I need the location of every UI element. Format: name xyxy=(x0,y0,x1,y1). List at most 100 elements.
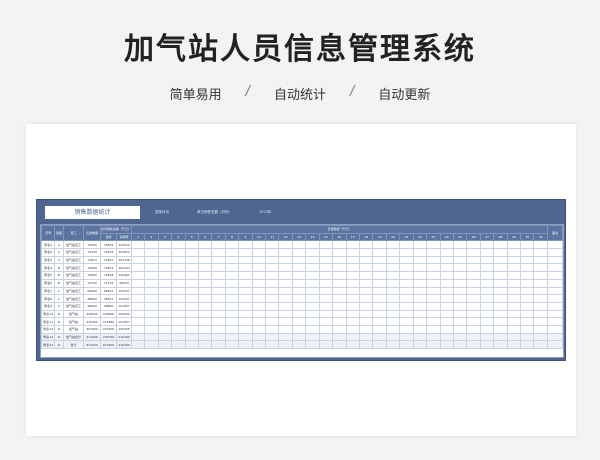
cell-remark xyxy=(547,309,563,319)
feature-list: 简单易用 / 自动统计 / 自动更新 xyxy=(0,84,600,103)
table-row: 附表8 C 加气站员工 48900 48537 102567 xyxy=(41,294,563,303)
cell-day xyxy=(520,255,535,265)
cell-day xyxy=(171,271,186,280)
cell-group: B xyxy=(54,278,64,288)
cell-name: 加气站员工 xyxy=(62,240,85,250)
cell-day xyxy=(238,248,253,257)
cell-day xyxy=(358,255,374,265)
cell-group: D xyxy=(54,324,64,334)
cell-day xyxy=(466,286,481,296)
cell-day xyxy=(238,240,253,250)
cell-day xyxy=(291,294,307,303)
cell-day xyxy=(439,286,454,296)
cell-day xyxy=(385,340,401,349)
cell-day xyxy=(399,317,414,326)
cell-day xyxy=(439,271,454,280)
cell-day xyxy=(291,263,307,273)
cell-day xyxy=(452,263,468,273)
cell-day xyxy=(144,248,159,257)
cell-rate: 102455 xyxy=(116,324,132,334)
table-row: 附表7 C 加气站员工 69800 68497 102457 xyxy=(41,286,563,296)
cell-target: 48900 xyxy=(83,294,101,303)
cell-day xyxy=(372,309,387,319)
header-monthly-sales: 当月销售总额（千元） xyxy=(99,225,132,234)
cell-day xyxy=(479,340,495,349)
cell-day xyxy=(426,240,441,250)
cell-day xyxy=(291,240,307,250)
cell-day xyxy=(305,301,320,311)
cell-day xyxy=(466,271,481,280)
cell-day xyxy=(466,332,481,342)
header-day: 2 xyxy=(144,232,159,242)
cell-day xyxy=(466,301,481,311)
cell-day xyxy=(171,248,186,257)
cell-day xyxy=(278,278,293,288)
cell-day xyxy=(171,340,186,349)
cell-target: 72600 xyxy=(83,263,101,273)
header-day: 27 xyxy=(479,232,495,242)
cell-day xyxy=(157,324,173,334)
cell-day xyxy=(412,248,428,257)
cell-day xyxy=(479,332,495,342)
cell-day xyxy=(399,255,414,265)
cell-day xyxy=(506,248,522,257)
cell-no: 附表6 xyxy=(41,278,56,288)
cell-day xyxy=(466,240,481,250)
cell-day xyxy=(211,255,226,265)
cell-day xyxy=(452,309,468,319)
cell-day xyxy=(144,309,159,319)
cell-day xyxy=(452,286,468,296)
header-day: 17 xyxy=(345,232,361,242)
cell-day xyxy=(278,317,293,326)
cell-day xyxy=(332,324,347,334)
cell-day xyxy=(358,271,374,280)
cell-day xyxy=(345,255,361,265)
cell-day xyxy=(452,324,468,334)
cell-day xyxy=(358,294,374,303)
cell-day xyxy=(130,309,146,319)
cell-day xyxy=(238,255,253,265)
cell-day xyxy=(358,309,374,319)
cell-day xyxy=(399,301,414,311)
cell-day xyxy=(332,294,347,303)
cell-day xyxy=(399,309,414,319)
cell-day xyxy=(211,278,226,288)
cell-day xyxy=(305,240,320,250)
cell-day xyxy=(372,324,387,334)
cell-day xyxy=(439,301,454,311)
cell-day xyxy=(506,332,522,342)
cell-day xyxy=(184,340,199,349)
cell-day xyxy=(358,317,374,326)
cell-day xyxy=(184,263,199,273)
cell-day xyxy=(372,340,387,349)
cell-target: 611500 xyxy=(83,340,101,349)
cell-day xyxy=(533,278,549,288)
cell-day xyxy=(506,240,522,250)
cell-day xyxy=(426,248,441,257)
table-row: 附表1 A 加气站员工 73000 70536 102012 xyxy=(41,240,563,250)
cell-day xyxy=(345,294,361,303)
cell-day xyxy=(251,317,267,326)
header-day: 29 xyxy=(506,232,522,242)
cell-day xyxy=(520,286,535,296)
cell-day xyxy=(439,317,454,326)
cell-sales: 610200 xyxy=(99,340,118,349)
cell-day xyxy=(305,340,320,349)
cell-day xyxy=(171,286,186,296)
cell-day xyxy=(211,324,226,334)
cell-sales: 72838 xyxy=(99,271,118,280)
cell-day xyxy=(372,278,387,288)
cell-day xyxy=(224,248,240,257)
cell-day xyxy=(426,255,441,265)
cell-remark xyxy=(547,340,563,349)
cell-day xyxy=(493,263,508,273)
cell-day xyxy=(493,332,508,342)
header-name: 员工 xyxy=(62,225,85,242)
cell-day xyxy=(130,278,146,288)
feature-easy: 简单易用 xyxy=(169,88,222,103)
cell-day xyxy=(533,294,549,303)
cell-day xyxy=(305,248,320,257)
cell-day xyxy=(144,255,159,265)
cell-day xyxy=(184,271,199,280)
cell-day xyxy=(305,332,320,342)
